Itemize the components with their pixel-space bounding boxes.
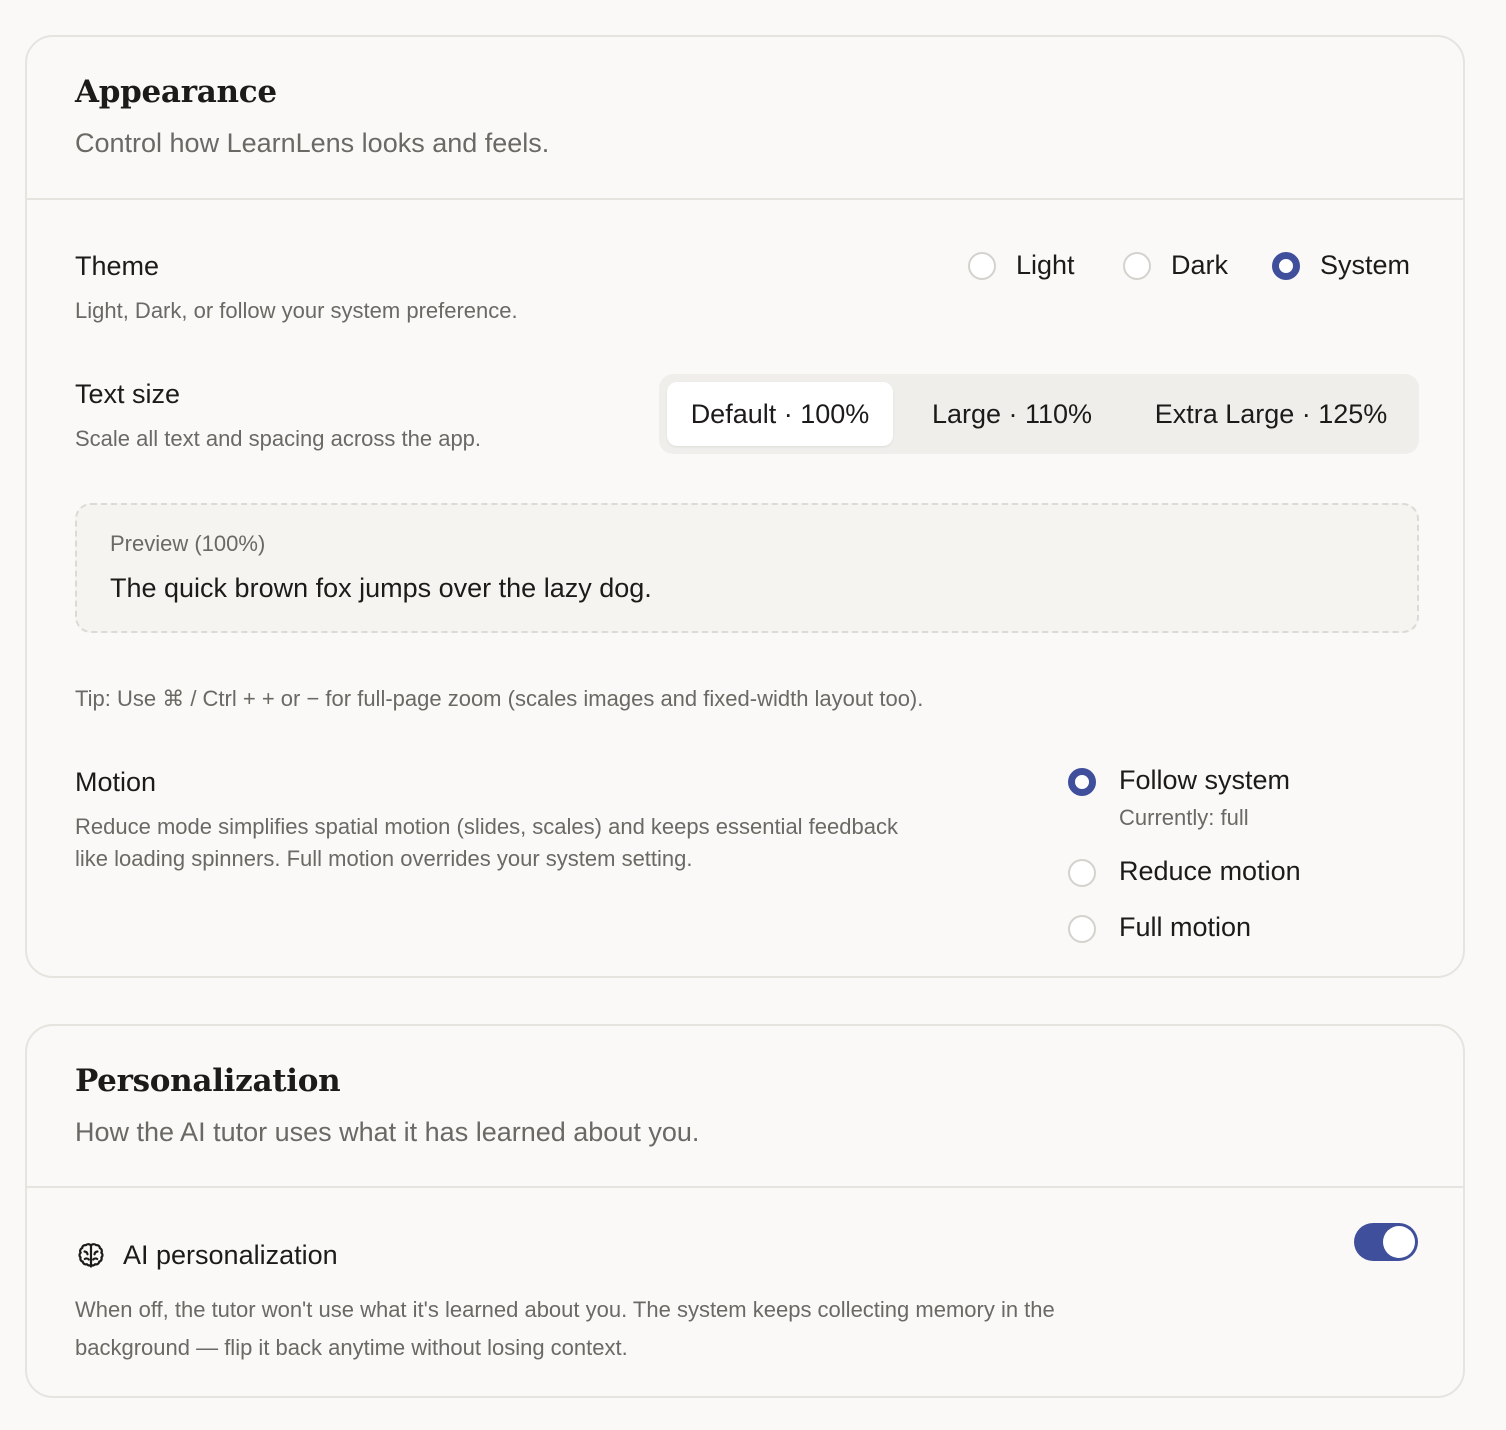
zoom-tip: Tip: Use ⌘ / Ctrl + + or − for full-page… <box>75 686 924 711</box>
ai-description-line2: background — flip it back anytime withou… <box>75 1335 628 1360</box>
theme-option-system[interactable]: System <box>1320 250 1410 281</box>
personalization-title: Personalization <box>75 1063 341 1099</box>
motion-radio-reduce[interactable] <box>1068 859 1096 887</box>
motion-label: Motion <box>75 767 157 797</box>
theme-option-light[interactable]: Light <box>1016 250 1075 281</box>
motion-option-reduce[interactable]: Reduce motion <box>1119 856 1301 887</box>
motion-radio-full[interactable] <box>1068 915 1096 943</box>
theme-description: Light, Dark, or follow your system prefe… <box>75 298 518 323</box>
motion-follow-note: Currently: full <box>1119 805 1249 830</box>
preview-label: Preview (100%) <box>110 531 266 556</box>
appearance-divider <box>27 198 1463 200</box>
motion-option-full[interactable]: Full motion <box>1119 912 1251 943</box>
personalization-divider <box>27 1186 1463 1188</box>
theme-radio-system[interactable] <box>1272 252 1300 280</box>
toggle-knob <box>1383 1226 1415 1258</box>
motion-radio-follow-system[interactable] <box>1068 768 1096 796</box>
text-size-label: Text size <box>75 379 181 409</box>
text-size-extra-large-button[interactable]: Extra Large · 125% <box>1131 382 1411 446</box>
theme-radio-dark[interactable] <box>1123 252 1151 280</box>
personalization-subtitle: How the AI tutor uses what it has learne… <box>75 1117 700 1147</box>
motion-description-line1: Reduce mode simplifies spatial motion (s… <box>75 814 898 839</box>
text-size-segmented-control: Default · 100% Large · 110% Extra Large … <box>659 374 1419 454</box>
ai-personalization-label: AI personalization <box>123 1240 338 1270</box>
appearance-subtitle: Control how LearnLens looks and feels. <box>75 128 550 158</box>
ai-personalization-toggle[interactable] <box>1354 1223 1418 1261</box>
theme-option-dark[interactable]: Dark <box>1171 250 1228 281</box>
preview-text: The quick brown fox jumps over the lazy … <box>110 573 652 603</box>
text-preview-box: Preview (100%) The quick brown fox jumps… <box>75 503 1419 633</box>
text-size-large-button[interactable]: Large · 110% <box>899 382 1125 446</box>
text-size-default-button[interactable]: Default · 100% <box>667 382 893 446</box>
appearance-title: Appearance <box>75 74 277 110</box>
theme-label: Theme <box>75 251 160 281</box>
brain-icon <box>75 1240 107 1272</box>
theme-radio-light[interactable] <box>968 252 996 280</box>
personalization-card: Personalization How the AI tutor uses wh… <box>25 1024 1465 1398</box>
motion-description-line2: like loading spinners. Full motion overr… <box>75 846 693 871</box>
ai-description-line1: When off, the tutor won't use what it's … <box>75 1297 1055 1322</box>
appearance-card: Appearance Control how LearnLens looks a… <box>25 35 1465 978</box>
motion-option-follow-system[interactable]: Follow system <box>1119 765 1290 796</box>
text-size-description: Scale all text and spacing across the ap… <box>75 426 482 451</box>
